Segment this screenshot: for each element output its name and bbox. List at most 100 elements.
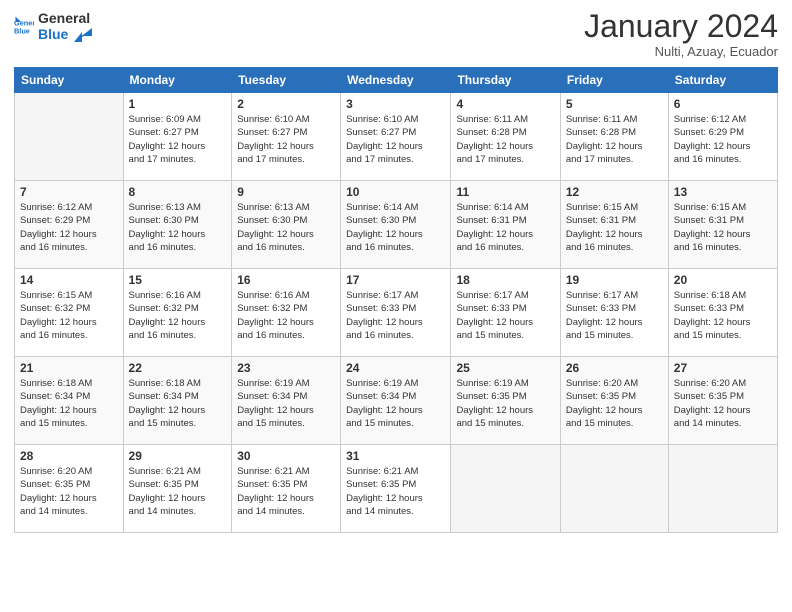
day-info: Sunrise: 6:17 AMSunset: 6:33 PMDaylight:… [566, 289, 663, 342]
day-info: Sunrise: 6:15 AMSunset: 6:31 PMDaylight:… [674, 201, 772, 254]
day-number: 10 [346, 185, 445, 199]
calendar-table: Sunday Monday Tuesday Wednesday Thursday… [14, 67, 778, 533]
table-row: 18 Sunrise: 6:17 AMSunset: 6:33 PMDayligh… [451, 269, 560, 357]
day-number: 30 [237, 449, 335, 463]
day-number: 26 [566, 361, 663, 375]
table-row [560, 445, 668, 533]
table-row: 9Sunrise: 6:13 AMSunset: 6:30 PMDaylight… [232, 181, 341, 269]
table-row: 15 Sunrise: 6:16 AMSunset: 6:32 PMDayligh… [123, 269, 232, 357]
day-info: Sunrise: 6:18 AMSunset: 6:34 PMDaylight:… [20, 377, 118, 430]
table-row: 4 Sunrise: 6:11 AMSunset: 6:28 PMDaylight… [451, 93, 560, 181]
day-info: Sunrise: 6:11 AMSunset: 6:28 PMDaylight:… [566, 113, 663, 166]
day-number: 17 [346, 273, 445, 287]
day-info: Sunrise: 6:14 AMSunset: 6:30 PMDaylight:… [346, 201, 445, 254]
table-row: 26 Sunrise: 6:20 AMSunset: 6:35 PMDayligh… [560, 357, 668, 445]
day-number: 16 [237, 273, 335, 287]
day-info: Sunrise: 6:19 AMSunset: 6:34 PMDaylight:… [346, 377, 445, 430]
day-number: 27 [674, 361, 772, 375]
col-sunday: Sunday [15, 68, 124, 93]
day-number: 21 [20, 361, 118, 375]
table-row: 16 Sunrise: 6:16 AMSunset: 6:32 PMDayligh… [232, 269, 341, 357]
day-number: 14 [20, 273, 118, 287]
day-number: 2 [237, 97, 335, 111]
day-info: Sunrise: 6:21 AMSunset: 6:35 PMDaylight:… [237, 465, 335, 518]
logo-icon: General Blue [14, 16, 34, 36]
header: General Blue General Blue January 2024 N… [14, 10, 778, 59]
col-tuesday: Tuesday [232, 68, 341, 93]
table-row: 22 Sunrise: 6:18 AMSunset: 6:34 PMDayligh… [123, 357, 232, 445]
day-info: Sunrise: 6:16 AMSunset: 6:32 PMDaylight:… [237, 289, 335, 342]
table-row [15, 93, 124, 181]
table-row: 29 Sunrise: 6:21 AMSunset: 6:35 PMDayligh… [123, 445, 232, 533]
day-number: 23 [237, 361, 335, 375]
day-number: 4 [456, 97, 554, 111]
month-title: January 2024 [584, 10, 778, 42]
day-info: Sunrise: 6:21 AMSunset: 6:35 PMDaylight:… [129, 465, 227, 518]
table-row: 28 Sunrise: 6:20 AMSunset: 6:35 PMDayligh… [15, 445, 124, 533]
day-number: 5 [566, 97, 663, 111]
col-wednesday: Wednesday [341, 68, 451, 93]
day-info: Sunrise: 6:12 AMSunset: 6:29 PMDaylight:… [674, 113, 772, 166]
day-info: Sunrise: 6:17 AMSunset: 6:33 PMDaylight:… [346, 289, 445, 342]
table-row: 20 Sunrise: 6:18 AMSunset: 6:33 PMDayligh… [668, 269, 777, 357]
logo-line2: Blue [38, 26, 92, 42]
day-number: 29 [129, 449, 227, 463]
day-number: 31 [346, 449, 445, 463]
day-info: Sunrise: 6:16 AMSunset: 6:32 PMDaylight:… [129, 289, 227, 342]
day-info: Sunrise: 6:18 AMSunset: 6:33 PMDaylight:… [674, 289, 772, 342]
day-info: Sunrise: 6:15 AMSunset: 6:31 PMDaylight:… [566, 201, 663, 254]
table-row: 12 Sunrise: 6:15 AMSunset: 6:31 PMDayligh… [560, 181, 668, 269]
logo-bird-icon [74, 28, 92, 42]
col-saturday: Saturday [668, 68, 777, 93]
col-friday: Friday [560, 68, 668, 93]
day-info: Sunrise: 6:15 AMSunset: 6:32 PMDaylight:… [20, 289, 118, 342]
title-section: January 2024 Nulti, Azuay, Ecuador [584, 10, 778, 59]
table-row: 11Sunrise: 6:14 AMSunset: 6:31 PMDayligh… [451, 181, 560, 269]
day-number: 7 [20, 185, 118, 199]
table-row: 2 Sunrise: 6:10 AMSunset: 6:27 PMDaylight… [232, 93, 341, 181]
day-number: 28 [20, 449, 118, 463]
logo: General Blue General Blue [14, 10, 92, 42]
table-row: 14 Sunrise: 6:15 AMSunset: 6:32 PMDayligh… [15, 269, 124, 357]
day-number: 19 [566, 273, 663, 287]
table-row: 31Sunrise: 6:21 AMSunset: 6:35 PMDayligh… [341, 445, 451, 533]
page: General Blue General Blue January 2024 N… [0, 0, 792, 612]
day-number: 22 [129, 361, 227, 375]
col-monday: Monday [123, 68, 232, 93]
table-row: 25 Sunrise: 6:19 AMSunset: 6:35 PMDayligh… [451, 357, 560, 445]
day-info: Sunrise: 6:10 AMSunset: 6:27 PMDaylight:… [237, 113, 335, 166]
day-number: 13 [674, 185, 772, 199]
table-row [668, 445, 777, 533]
day-number: 12 [566, 185, 663, 199]
day-info: Sunrise: 6:13 AMSunset: 6:30 PMDaylight:… [237, 201, 335, 254]
table-row: 8Sunrise: 6:13 AMSunset: 6:30 PMDaylight… [123, 181, 232, 269]
day-number: 25 [456, 361, 554, 375]
day-info: Sunrise: 6:10 AMSunset: 6:27 PMDaylight:… [346, 113, 445, 166]
day-info: Sunrise: 6:11 AMSunset: 6:28 PMDaylight:… [456, 113, 554, 166]
table-row: 10 Sunrise: 6:14 AMSunset: 6:30 PMDayligh… [341, 181, 451, 269]
table-row: 30 Sunrise: 6:21 AMSunset: 6:35 PMDayligh… [232, 445, 341, 533]
day-info: Sunrise: 6:13 AMSunset: 6:30 PMDaylight:… [129, 201, 227, 254]
table-row: 1 Sunrise: 6:09 AMSunset: 6:27 PMDaylight… [123, 93, 232, 181]
day-info: Sunrise: 6:14 AMSunset: 6:31 PMDaylight:… [456, 201, 554, 254]
day-info: Sunrise: 6:19 AMSunset: 6:34 PMDaylight:… [237, 377, 335, 430]
location: Nulti, Azuay, Ecuador [584, 44, 778, 59]
day-info: Sunrise: 6:18 AMSunset: 6:34 PMDaylight:… [129, 377, 227, 430]
day-number: 1 [129, 97, 227, 111]
day-info: Sunrise: 6:09 AMSunset: 6:27 PMDaylight:… [129, 113, 227, 166]
day-info: Sunrise: 6:20 AMSunset: 6:35 PMDaylight:… [20, 465, 118, 518]
day-info: Sunrise: 6:12 AMSunset: 6:29 PMDaylight:… [20, 201, 118, 254]
day-info: Sunrise: 6:20 AMSunset: 6:35 PMDaylight:… [566, 377, 663, 430]
day-number: 18 [456, 273, 554, 287]
day-info: Sunrise: 6:19 AMSunset: 6:35 PMDaylight:… [456, 377, 554, 430]
day-number: 20 [674, 273, 772, 287]
day-number: 24 [346, 361, 445, 375]
table-row [451, 445, 560, 533]
day-info: Sunrise: 6:17 AMSunset: 6:33 PMDaylight:… [456, 289, 554, 342]
table-row: 23 Sunrise: 6:19 AMSunset: 6:34 PMDayligh… [232, 357, 341, 445]
day-number: 15 [129, 273, 227, 287]
table-row: 17 Sunrise: 6:17 AMSunset: 6:33 PMDayligh… [341, 269, 451, 357]
table-row: 7 Sunrise: 6:12 AMSunset: 6:29 PMDaylight… [15, 181, 124, 269]
table-row: 13 Sunrise: 6:15 AMSunset: 6:31 PMDayligh… [668, 181, 777, 269]
table-row: 6Sunrise: 6:12 AMSunset: 6:29 PMDaylight… [668, 93, 777, 181]
